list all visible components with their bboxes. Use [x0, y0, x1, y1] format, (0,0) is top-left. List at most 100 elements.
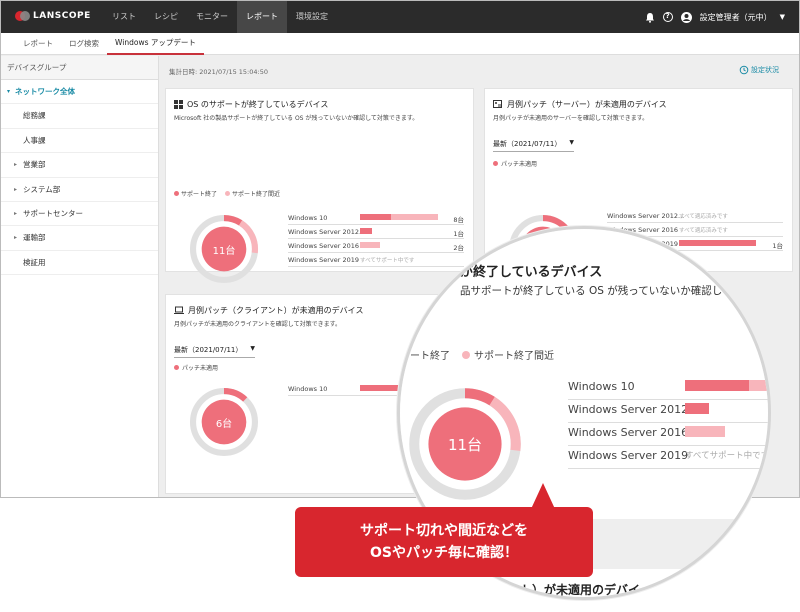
nav-item-settings[interactable]: 環境設定: [287, 1, 337, 33]
laptop-icon: [174, 306, 184, 314]
zoom-description: 品サポートが終了している OS が残っていないか確認して対策: [460, 285, 754, 297]
sidebar-item[interactable]: 総務課: [1, 104, 158, 129]
zoom-legend-end: ート終了: [410, 347, 450, 362]
sidebar-item-label: サポートセンター: [23, 208, 83, 218]
device-group-sidebar: デバイスグループ ▾ ネットワーク全体 総務課 人事課 ▸ 営業部 ▸ システム部 ▸ サポートセ…: [1, 56, 159, 497]
zoom-legend-end-label: ート終了: [410, 351, 450, 362]
nav-item-recipe[interactable]: レシピ: [145, 1, 187, 33]
caret-down-icon[interactable]: ▾: [7, 80, 10, 104]
logo-text: LANSCOPE: [33, 11, 91, 21]
legend-unapplied-label: パッチ未適用: [182, 365, 219, 372]
row-bar: [360, 242, 380, 248]
tab-report[interactable]: レポート: [15, 33, 61, 55]
caret-right-icon[interactable]: ▸: [14, 202, 17, 226]
bar-segment-near: [391, 214, 438, 220]
chevron-down-icon[interactable]: ▼: [780, 13, 785, 21]
nav-item-report[interactable]: レポート: [237, 1, 287, 33]
legend-end-swatch: [174, 191, 179, 196]
legend-item-near: サポート終了間近: [225, 189, 280, 198]
server-period-select[interactable]: 最新（2021/07/11） ▼: [493, 139, 574, 152]
row-name: Windows Server 2012...: [568, 403, 699, 416]
logo[interactable]: LANSCOPE: [15, 11, 91, 21]
tab-log-search[interactable]: ログ検索: [61, 33, 107, 55]
windows-icon: [174, 100, 183, 109]
client-period-select[interactable]: 最新（2021/07/11） ▼: [174, 345, 255, 358]
row-name: Windows Server 2019: [568, 449, 689, 462]
sidebar-item-label: 運輸部: [23, 233, 46, 243]
sidebar-item[interactable]: ▾ ネットワーク全体: [1, 80, 158, 105]
row-name: Windows 10: [288, 214, 328, 222]
sidebar-item-label: システム部: [23, 184, 61, 194]
legend-unapplied-label: パッチ未適用: [501, 161, 538, 168]
sidebar-item[interactable]: ▸ システム部: [1, 178, 158, 202]
help-icon[interactable]: ?: [662, 12, 673, 22]
zoom-legend: ート終了 サポート終了間近: [410, 347, 554, 362]
zoom-legend-near-label: サポート終了間近: [474, 351, 554, 362]
zoom-donut-chart: 11台: [406, 385, 524, 503]
breakdown-row: Windows 10 8台: [288, 211, 464, 225]
sidebar-header: デバイスグループ: [1, 56, 158, 80]
main-nav: リスト レシピ モニター レポート 環境設定: [103, 1, 337, 33]
refresh-clock-icon: [739, 65, 749, 75]
sidebar-item[interactable]: ▸ サポートセンター: [1, 202, 158, 227]
donut-total-label: 6台: [215, 418, 233, 430]
bar-segment-end: [685, 380, 749, 391]
server-card-legend: パッチ未適用: [493, 159, 537, 168]
nav-item-monitor[interactable]: モニター: [187, 1, 237, 33]
sidebar-item-label: 検証用: [23, 257, 46, 267]
callout-line-1: サポート切れや間近などを: [360, 523, 528, 539]
bar-segment-end: [360, 214, 392, 220]
sidebar-item-label: 総務課: [23, 111, 46, 121]
tab-windows-update[interactable]: Windows アップデート: [107, 33, 204, 55]
sidebar-item[interactable]: 人事課: [1, 129, 158, 154]
callout-banner: サポート切れや間近などを OSやパッチ毎に確認！: [295, 483, 593, 577]
bar-segment-near: [749, 380, 768, 391]
legend-near-swatch: [225, 191, 231, 196]
bar-segment-end: [360, 228, 372, 234]
server-card-title: 月例パッチ（サーバー）が未適用のデバイス: [493, 99, 667, 110]
client-card-legend: パッチ未適用: [174, 363, 218, 372]
bell-icon[interactable]: [645, 12, 655, 23]
zoom-breakdown-list: Windows 10 Windows Server 2012... Windows …: [568, 377, 768, 469]
row-name: Windows Server 2016: [288, 242, 360, 250]
user-icon[interactable]: [680, 11, 692, 23]
donut-total-label: 11台: [447, 435, 483, 454]
caret-right-icon[interactable]: ▸: [14, 153, 17, 177]
legend-unapplied-swatch: [493, 161, 498, 166]
timestamp: 集計日時: 2021/07/15 15:04:50: [169, 68, 268, 76]
sidebar-item[interactable]: ▸ 営業部: [1, 153, 158, 178]
breakdown-row: Windows Server 2016: [568, 423, 768, 446]
row-count: 1台: [772, 242, 783, 250]
settings-status-link[interactable]: 設定状況: [739, 65, 779, 75]
sidebar-item[interactable]: ▸ 運輸部: [1, 226, 158, 251]
server-card-title-text: 月例パッチ（サーバー）が未適用のデバイス: [507, 100, 667, 109]
user-name[interactable]: 設定管理者（元中）: [700, 12, 772, 23]
sidebar-item-label: 人事課: [23, 135, 46, 145]
server-icon: [493, 100, 502, 108]
row-bar: [685, 426, 725, 437]
caret-right-icon[interactable]: ▸: [14, 226, 17, 250]
top-bar: LANSCOPE リスト レシピ モニター レポート 環境設定 ? 設定管理者（…: [1, 1, 799, 33]
chevron-down-icon: ▼: [569, 139, 574, 146]
sub-tab-bar: レポート ログ検索 Windows アップデート: [1, 33, 799, 55]
sidebar-item[interactable]: 検証用: [1, 251, 158, 276]
caret-right-icon[interactable]: ▸: [14, 178, 17, 202]
row-name: Windows 10: [288, 385, 328, 393]
server-period-value: 最新（2021/07/11）: [493, 140, 562, 148]
row-name: Windows Server 2019: [288, 256, 360, 264]
client-card-description: 月例パッチが未適用のクライアントを確認して対策できます。: [174, 321, 341, 328]
zoom-legend-near: サポート終了間近: [462, 347, 554, 362]
breakdown-row: Windows 10: [568, 377, 768, 400]
client-period-value: 最新（2021/07/11）: [174, 346, 243, 354]
legend-end-label: サポート終了: [181, 191, 218, 198]
nav-item-list[interactable]: リスト: [103, 1, 145, 33]
row-bar: [685, 403, 709, 414]
settings-status-label: 設定状況: [751, 66, 779, 74]
legend-near-label: サポート終了間近: [232, 191, 281, 198]
client-card-title: 月例パッチ（クライアント）が未適用のデバイス: [174, 305, 363, 316]
legend-item-end: サポート終了: [174, 189, 217, 198]
zoom-title: が終了しているデバイス: [460, 265, 603, 280]
row-name: Windows Server 2016: [568, 426, 689, 439]
chevron-down-icon: ▼: [250, 345, 255, 352]
os-donut-chart: 11台: [188, 213, 260, 285]
